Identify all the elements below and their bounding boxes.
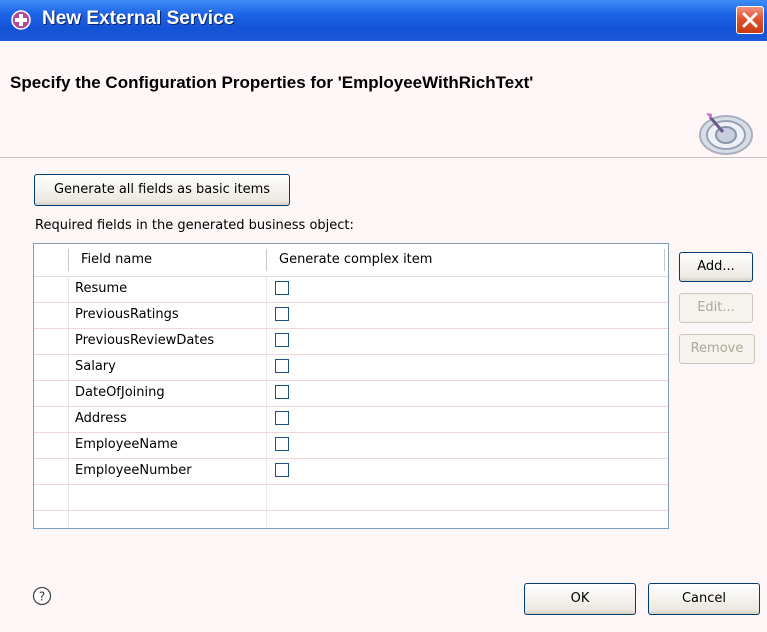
dialog-body: Generate all fields as basic items Requi…	[0, 158, 767, 632]
field-name-cell: EmployeeNumber	[75, 463, 192, 478]
table-row[interactable]: PreviousReviewDates	[34, 328, 668, 355]
title-bar[interactable]: New External Service	[0, 0, 767, 41]
close-icon	[742, 12, 758, 28]
table-row-empty	[34, 484, 668, 511]
table-row[interactable]: EmployeeNumber	[34, 458, 668, 485]
page-heading: Specify the Configuration Properties for…	[10, 73, 534, 92]
field-name-cell: EmployeeName	[75, 437, 178, 452]
generate-complex-checkbox[interactable]	[275, 385, 289, 399]
help-icon[interactable]: ?	[32, 586, 52, 606]
generate-complex-checkbox[interactable]	[275, 463, 289, 477]
column-header-generate-complex[interactable]: Generate complex item	[279, 252, 432, 267]
table-row[interactable]: Address	[34, 406, 668, 433]
column-separator	[68, 249, 69, 271]
required-fields-table[interactable]: Field name Generate complex item Resume …	[33, 243, 669, 529]
table-row[interactable]: Salary	[34, 354, 668, 381]
generate-complex-checkbox[interactable]	[275, 359, 289, 373]
field-name-cell: Resume	[75, 281, 128, 296]
required-fields-label: Required fields in the generated busines…	[35, 218, 354, 233]
field-name-cell: Salary	[75, 359, 116, 374]
generate-complex-checkbox[interactable]	[275, 333, 289, 347]
svg-text:?: ?	[39, 590, 45, 604]
table-row[interactable]: DateOfJoining	[34, 380, 668, 407]
wizard-banner-icon	[699, 113, 753, 155]
table-header: Field name Generate complex item	[34, 244, 668, 277]
new-external-service-dialog: New External Service Specify the Configu…	[0, 0, 767, 632]
field-name-cell: PreviousRatings	[75, 307, 179, 322]
ok-button[interactable]: OK	[524, 583, 636, 615]
cancel-button[interactable]: Cancel	[648, 583, 760, 615]
remove-button[interactable]: Remove	[679, 334, 755, 364]
column-separator	[266, 249, 267, 271]
field-name-cell: PreviousReviewDates	[75, 333, 215, 348]
table-row[interactable]: EmployeeName	[34, 432, 668, 459]
column-header-field-name[interactable]: Field name	[81, 252, 152, 267]
window-title: New External Service	[42, 8, 235, 29]
table-row[interactable]: Resume	[34, 276, 668, 303]
table-row[interactable]: PreviousRatings	[34, 302, 668, 329]
close-button[interactable]	[736, 6, 764, 34]
generate-complex-checkbox[interactable]	[275, 307, 289, 321]
add-button[interactable]: Add...	[679, 252, 753, 282]
generate-all-basic-button[interactable]: Generate all fields as basic items	[34, 174, 290, 206]
generate-complex-checkbox[interactable]	[275, 281, 289, 295]
field-name-cell: DateOfJoining	[75, 385, 165, 400]
generate-complex-checkbox[interactable]	[275, 411, 289, 425]
field-name-cell: Address	[75, 411, 127, 426]
wizard-app-icon	[11, 10, 31, 30]
generate-complex-checkbox[interactable]	[275, 437, 289, 451]
wizard-header: Specify the Configuration Properties for…	[0, 41, 767, 158]
edit-button[interactable]: Edit...	[679, 293, 753, 323]
column-separator	[664, 249, 665, 271]
